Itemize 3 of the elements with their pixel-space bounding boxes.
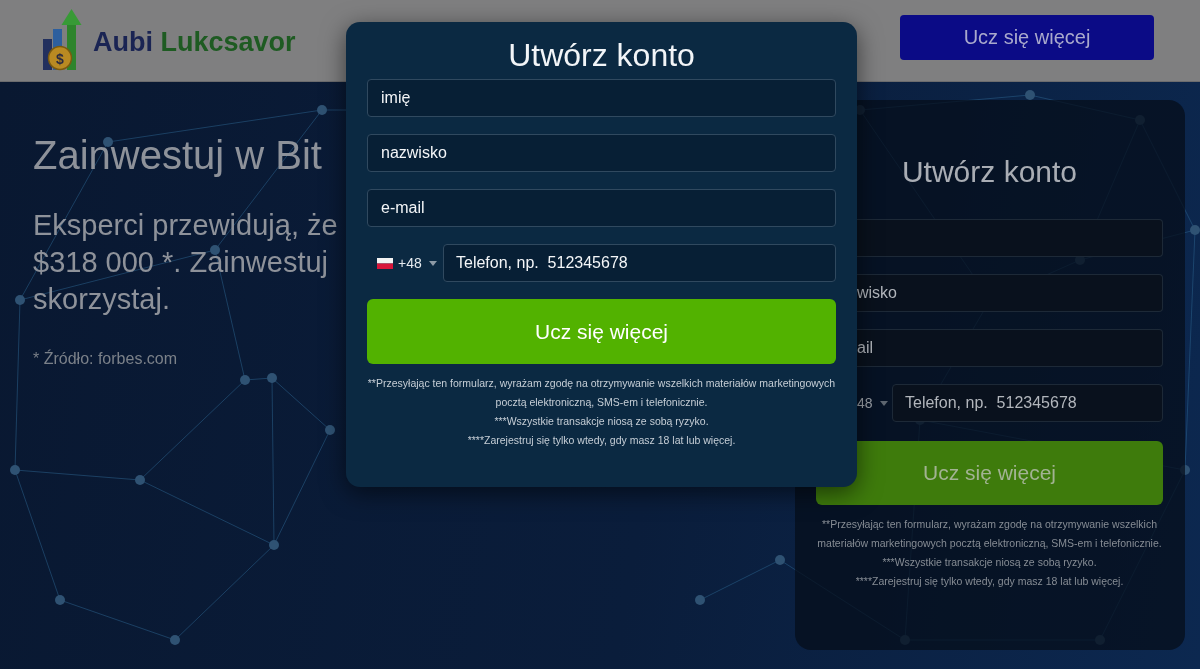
brand-name: Aubi Lukcsavor (93, 29, 296, 56)
form-title: Utwórz konto (508, 36, 695, 75)
learn-more-button[interactable]: Ucz się więcej (900, 15, 1154, 60)
